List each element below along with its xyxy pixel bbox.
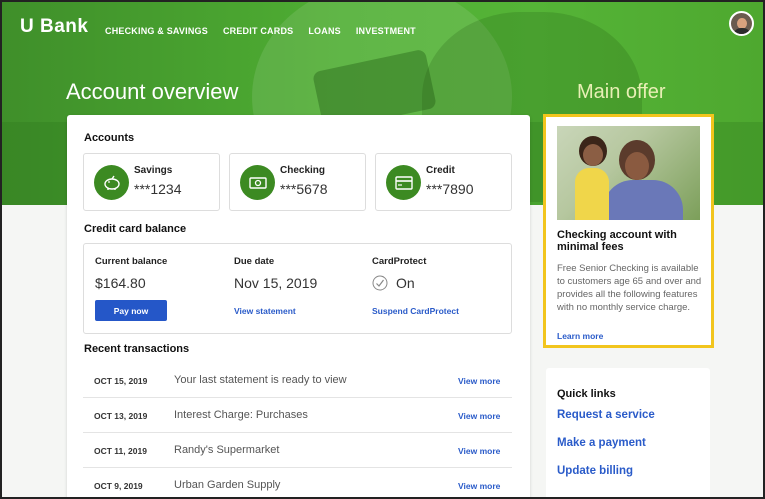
nav-checking-savings[interactable]: CHECKING & SAVINGS — [105, 26, 208, 36]
transaction-description: Interest Charge: Purchases — [174, 409, 308, 421]
photo-figure — [625, 152, 649, 180]
offer-title: Checking account with minimal fees — [557, 229, 677, 253]
account-name: Savings — [134, 165, 173, 176]
view-more-link[interactable]: View more — [458, 446, 500, 456]
account-savings[interactable]: Savings ***1234 — [83, 153, 220, 211]
pay-now-button[interactable]: Pay now — [95, 300, 167, 321]
piggy-bank-icon — [94, 165, 129, 200]
transaction-description: Your last statement is ready to view — [174, 374, 347, 386]
transaction-date: OCT 15, 2019 — [94, 376, 148, 386]
transaction-description: Randy's Supermarket — [174, 444, 280, 456]
check-circle-icon — [372, 275, 388, 291]
suspend-cardprotect-link[interactable]: Suspend CardProtect — [372, 306, 459, 316]
transaction-date: OCT 13, 2019 — [94, 411, 148, 421]
current-balance-label: Current balance — [95, 256, 168, 267]
nav-loans[interactable]: LOANS — [308, 26, 341, 36]
transaction-date: OCT 11, 2019 — [94, 446, 147, 456]
transaction-row: OCT 11, 2019 Randy's Supermarket View mo… — [83, 433, 512, 468]
offer-heading: Main offer — [577, 81, 666, 103]
view-statement-link[interactable]: View statement — [234, 306, 296, 316]
view-more-link[interactable]: View more — [458, 376, 500, 386]
nav-credit-cards[interactable]: CREDIT CARDS — [223, 26, 293, 36]
transaction-description: Urban Garden Supply — [174, 479, 281, 491]
account-name: Credit — [426, 165, 455, 176]
offer-photo — [557, 126, 700, 220]
account-overview-card: Accounts Savings ***1234 Checking ***567… — [67, 115, 530, 497]
cash-icon — [240, 165, 275, 200]
credit-card-heading: Credit card balance — [84, 223, 187, 235]
account-number: ***7890 — [426, 181, 474, 197]
transaction-date: OCT 9, 2019 — [94, 481, 143, 491]
transaction-row: OCT 13, 2019 Interest Charge: Purchases … — [83, 398, 512, 433]
user-avatar[interactable] — [729, 11, 754, 36]
nav-investment[interactable]: INVESTMENT — [356, 26, 416, 36]
current-balance-value: $164.80 — [95, 275, 146, 291]
cardprotect-status: On — [396, 275, 415, 291]
view-more-link[interactable]: View more — [458, 411, 500, 421]
request-service-link[interactable]: Request a service — [557, 409, 655, 421]
learn-more-link[interactable]: Learn more — [557, 331, 603, 341]
transaction-row: OCT 9, 2019 Urban Garden Supply View mor… — [83, 468, 512, 497]
transaction-row: OCT 15, 2019 Your last statement is read… — [83, 363, 512, 398]
quick-links-card: Quick links Request a service Make a pay… — [546, 368, 710, 497]
account-checking[interactable]: Checking ***5678 — [229, 153, 366, 211]
main-nav: CHECKING & SAVINGS CREDIT CARDS LOANS IN… — [105, 26, 416, 36]
bank-logo[interactable]: U Bank — [20, 16, 88, 38]
account-credit[interactable]: Credit ***7890 — [375, 153, 512, 211]
credit-card-panel: Current balance $164.80 Pay now Due date… — [83, 243, 512, 334]
offer-description: Free Senior Checking is available to cus… — [557, 263, 702, 313]
cardprotect-label: CardProtect — [372, 256, 427, 267]
recent-transactions-heading: Recent transactions — [84, 343, 190, 355]
view-more-link[interactable]: View more — [458, 481, 500, 491]
photo-figure — [583, 144, 603, 166]
due-date-label: Due date — [234, 256, 275, 267]
account-number: ***5678 — [280, 181, 328, 197]
credit-card-icon — [386, 165, 421, 200]
browser-frame: U Bank CHECKING & SAVINGS CREDIT CARDS L… — [0, 0, 765, 499]
photo-figure — [575, 168, 609, 220]
due-date-value: Nov 15, 2019 — [234, 275, 318, 291]
account-number: ***1234 — [134, 181, 182, 197]
quick-links-heading: Quick links — [557, 388, 616, 400]
photo-figure — [603, 180, 683, 220]
update-billing-link[interactable]: Update billing — [557, 465, 633, 477]
make-payment-link[interactable]: Make a payment — [557, 437, 646, 449]
accounts-heading: Accounts — [84, 132, 135, 144]
page-title: Account overview — [66, 79, 239, 104]
account-name: Checking — [280, 165, 326, 176]
main-offer-card[interactable]: Checking account with minimal fees Free … — [543, 114, 714, 348]
